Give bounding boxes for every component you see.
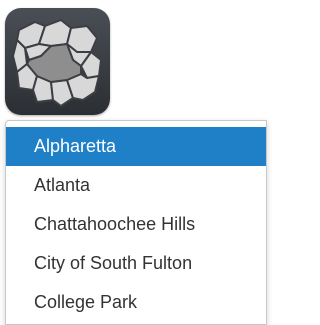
map-icon [12, 19, 102, 107]
city-dropdown-list[interactable]: Alpharetta Atlanta Chattahoochee Hills C… [5, 120, 267, 325]
option-atlanta[interactable]: Atlanta [6, 166, 266, 205]
option-chattahoochee-hills[interactable]: Chattahoochee Hills [6, 205, 266, 244]
option-city-of-south-fulton[interactable]: City of South Fulton [6, 244, 266, 283]
city-options: Alpharetta Atlanta Chattahoochee Hills C… [6, 121, 266, 322]
fulton-county-map-icon[interactable] [5, 8, 110, 115]
option-college-park[interactable]: College Park [6, 283, 266, 322]
option-alpharetta[interactable]: Alpharetta [6, 127, 266, 166]
